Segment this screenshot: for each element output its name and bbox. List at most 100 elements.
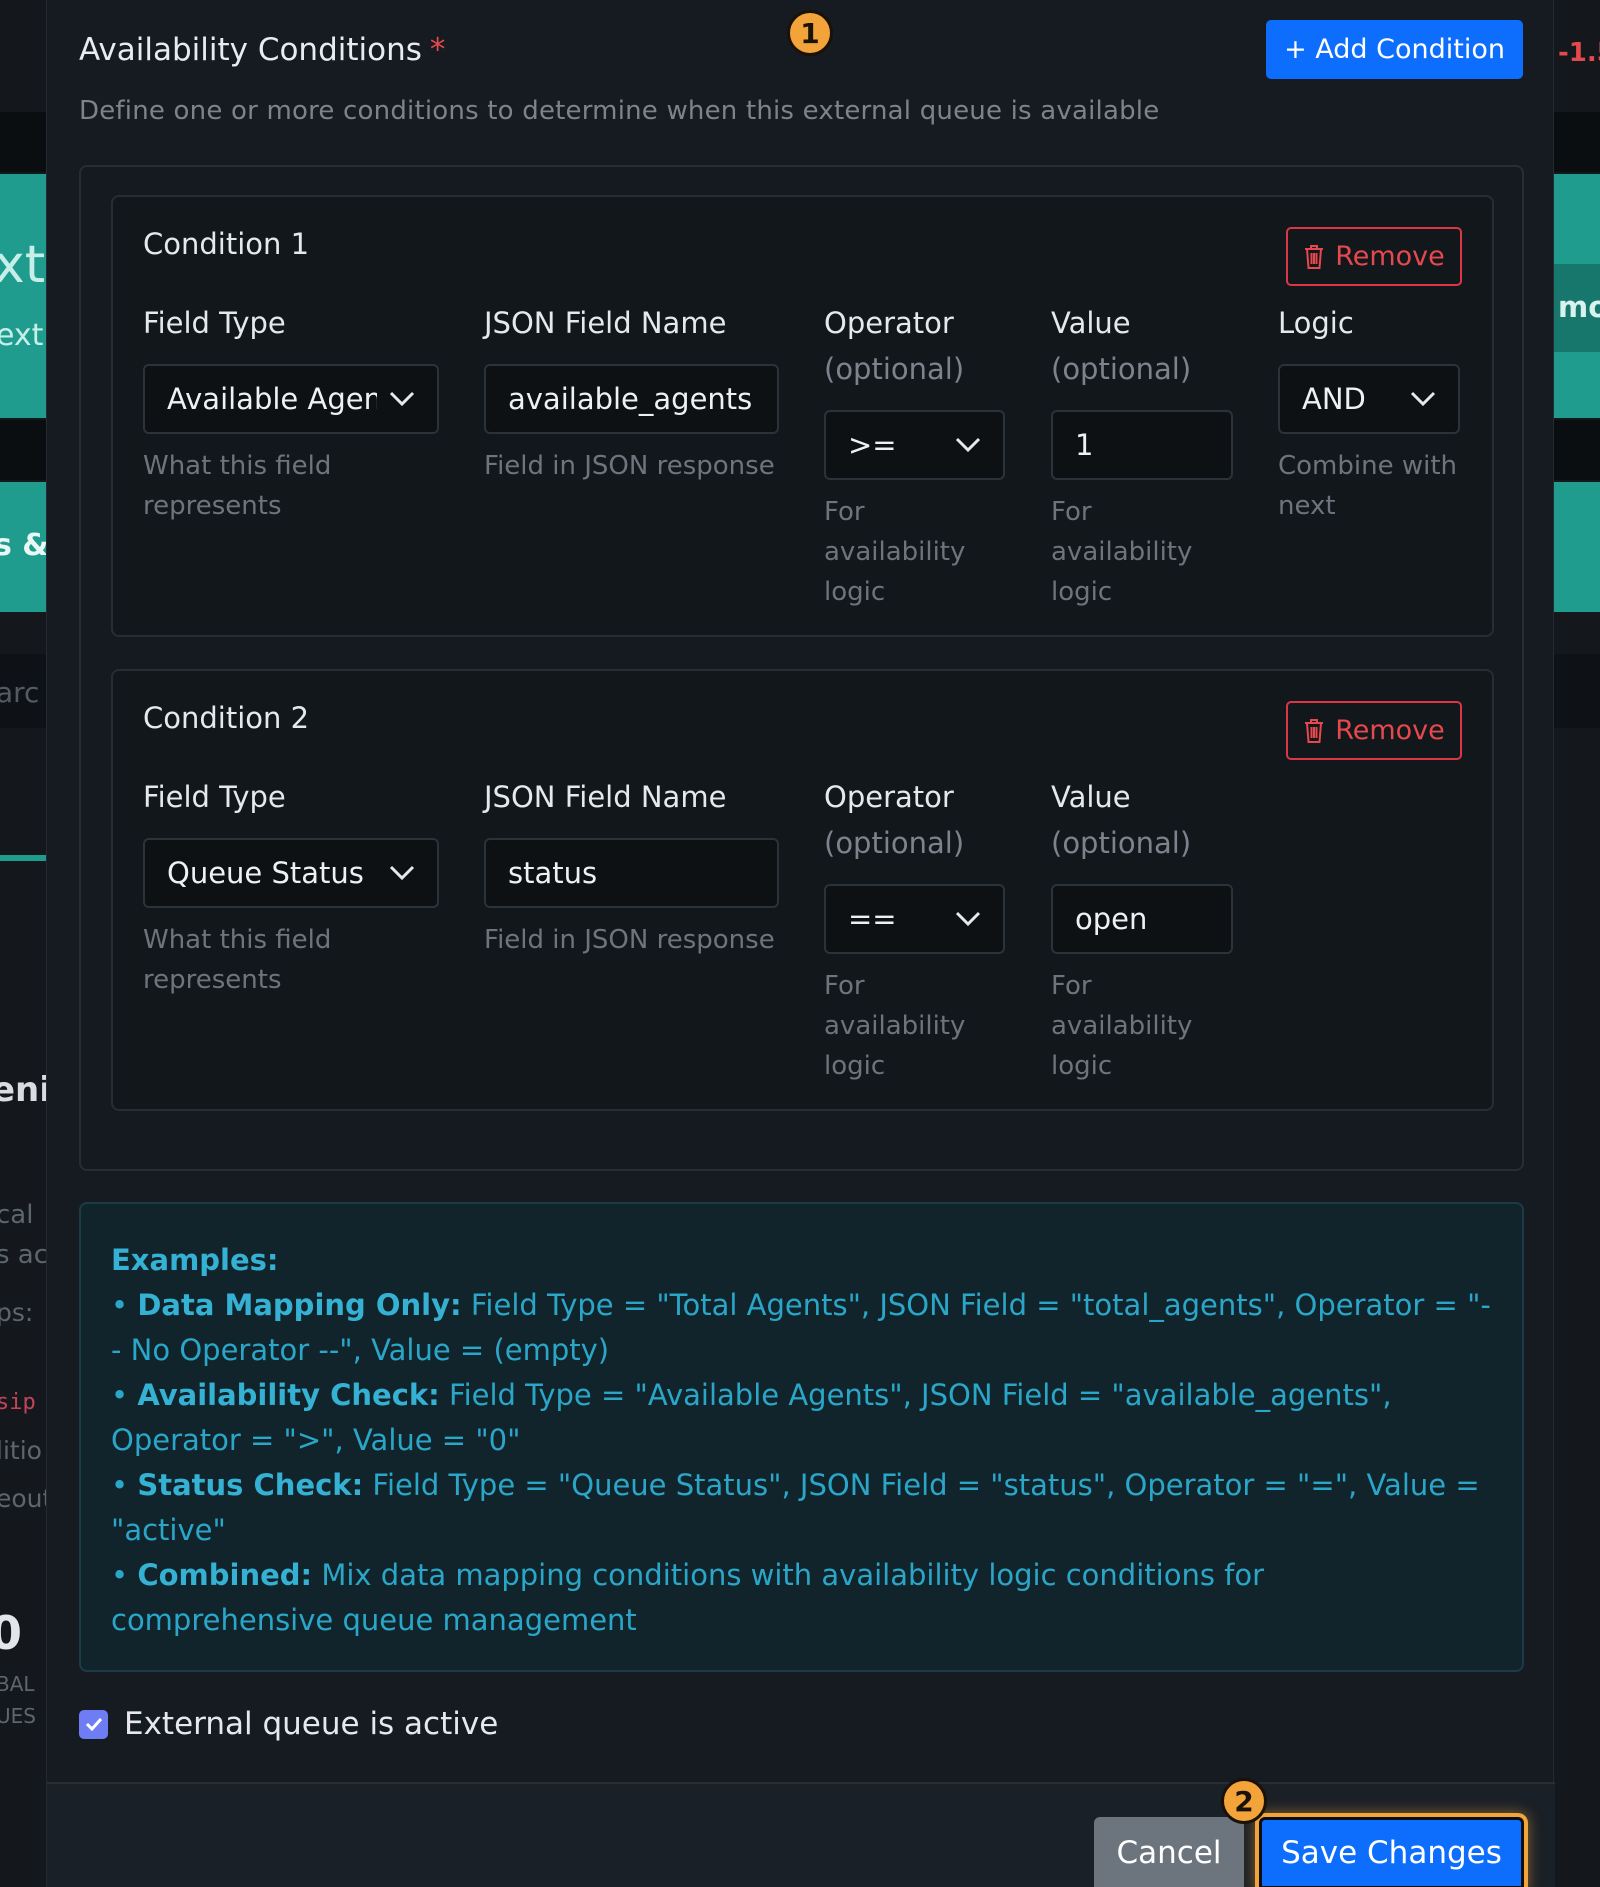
operator-group: Operator (optional) >= For availability … <box>824 300 1005 612</box>
remove-label: Remove <box>1335 715 1445 746</box>
trash-icon <box>1305 244 1324 269</box>
operator-label: Operator (optional) <box>824 300 1005 392</box>
value-value: open <box>1075 902 1148 936</box>
chevron-down-icon <box>389 865 415 881</box>
json-field-value: status <box>508 856 598 890</box>
step-badge-1: 1 <box>787 10 833 56</box>
examples-info-box: Examples: • Data Mapping Only: Field Typ… <box>79 1202 1524 1672</box>
background-left-strip: xt ext s & arc eni cal s ac ps: sip liti… <box>0 0 46 1887</box>
optional-label: (optional) <box>824 826 965 860</box>
operator-label-text: Operator <box>824 306 954 340</box>
remove-label: Remove <box>1335 241 1445 272</box>
field-type-group: Field Type Queue Status What this field … <box>143 774 439 1000</box>
cancel-button[interactable]: Cancel <box>1094 1817 1244 1887</box>
operator-help: For availability logic <box>824 497 966 607</box>
field-type-select[interactable]: Queue Status <box>143 838 439 908</box>
value-input[interactable]: open <box>1051 884 1233 954</box>
modal-footer: Cancel Save Changes <box>47 1782 1555 1887</box>
remove-condition-button[interactable]: Remove <box>1286 701 1462 760</box>
json-field-value: available_agents <box>508 382 753 416</box>
example-label: Combined: <box>137 1558 313 1592</box>
remove-condition-button[interactable]: Remove <box>1286 227 1462 286</box>
value-input[interactable]: 1 <box>1051 410 1233 480</box>
active-checkbox[interactable] <box>79 1709 108 1739</box>
json-field-input[interactable]: available_agents <box>484 364 779 434</box>
bg-fragment: mo <box>1558 290 1600 324</box>
background-right-strip: -1.5 mo <box>1554 0 1600 1887</box>
value-help: For availability logic <box>1051 971 1193 1081</box>
logic-help: Combine with next <box>1278 451 1458 521</box>
operator-value: == <box>848 902 897 936</box>
bg-fragment: eout <box>0 1484 46 1513</box>
example-label: Availability Check: <box>137 1378 440 1412</box>
operator-help: For availability logic <box>824 971 966 1081</box>
example-label: Status Check: <box>137 1468 364 1502</box>
trash-icon <box>1305 718 1324 743</box>
active-checkbox-label: External queue is active <box>124 1706 499 1742</box>
examples-heading: Examples: <box>111 1238 1492 1283</box>
bg-band <box>1554 654 1600 728</box>
value-label-text: Value <box>1051 780 1131 814</box>
bg-fragment: ext <box>0 318 44 353</box>
logic-select[interactable]: AND <box>1278 364 1460 434</box>
chevron-down-icon <box>389 391 415 407</box>
field-type-label: Field Type <box>143 780 286 814</box>
field-type-help: What this field represents <box>143 451 332 521</box>
condition-card-1: Condition 1 Remove Field Type Available … <box>111 195 1494 637</box>
field-type-value: Queue Status <box>167 856 364 890</box>
condition-title: Condition 2 <box>143 701 310 735</box>
save-changes-button[interactable]: Save Changes <box>1259 1817 1524 1887</box>
value-value: 1 <box>1075 428 1094 462</box>
bg-band-teal <box>1554 482 1600 612</box>
bg-fragment: BAL <box>0 1672 35 1696</box>
example-item: • Combined: Mix data mapping conditions … <box>111 1558 1265 1637</box>
chevron-down-icon <box>1410 391 1436 407</box>
bg-fragment: 0 <box>0 1606 23 1660</box>
operator-value: >= <box>848 428 897 462</box>
bg-fragment: s & <box>0 528 46 563</box>
step-badge-2: 2 <box>1221 1778 1267 1824</box>
bg-fragment: cal <box>0 1200 34 1230</box>
operator-label: Operator (optional) <box>824 774 1005 866</box>
value-label: Value (optional) <box>1051 774 1233 866</box>
operator-select[interactable]: >= <box>824 410 1005 480</box>
add-condition-button[interactable]: + Add Condition <box>1266 20 1523 79</box>
value-label: Value (optional) <box>1051 300 1233 392</box>
example-item: • Status Check: Field Type = "Queue Stat… <box>111 1468 1480 1547</box>
json-field-label: JSON Field Name <box>484 306 727 340</box>
checkmark-icon <box>85 1717 102 1731</box>
optional-label: (optional) <box>824 352 965 386</box>
value-label-text: Value <box>1051 306 1131 340</box>
section-title: Availability Conditions * <box>79 32 445 68</box>
field-type-select[interactable]: Available Agents <box>143 364 439 434</box>
optional-label: (optional) <box>1051 352 1192 386</box>
value-help: For availability logic <box>1051 497 1193 607</box>
json-field-input[interactable]: status <box>484 838 779 908</box>
bg-band-teal <box>0 855 46 861</box>
bg-fragment: eni <box>0 1070 46 1110</box>
chevron-down-icon <box>955 437 981 453</box>
json-field-group: JSON Field Name available_agents Field i… <box>484 300 779 486</box>
logic-label: Logic <box>1278 306 1354 340</box>
example-item: • Data Mapping Only: Field Type = "Total… <box>111 1288 1491 1367</box>
bg-fragment: arc <box>0 676 40 709</box>
examples-heading-text: Examples: <box>111 1243 279 1277</box>
edit-external-queue-modal: Availability Conditions * + Add Condition… <box>46 0 1555 1887</box>
active-checkbox-row[interactable]: External queue is active <box>79 1706 498 1742</box>
bg-band <box>1554 420 1600 480</box>
field-type-help: What this field represents <box>143 925 332 995</box>
value-group: Value (optional) 1 For availability logi… <box>1051 300 1233 612</box>
bg-fragment: sip <box>0 1390 36 1415</box>
operator-select[interactable]: == <box>824 884 1005 954</box>
optional-label: (optional) <box>1051 826 1192 860</box>
section-title-text: Availability Conditions <box>79 32 422 68</box>
field-type-group: Field Type Available Agents What this fi… <box>143 300 439 526</box>
operator-group: Operator (optional) == For availability … <box>824 774 1005 1086</box>
bg-fragment: -1.5 <box>1558 38 1600 68</box>
example-item: • Availability Check: Field Type = "Avai… <box>111 1378 1392 1457</box>
chevron-down-icon <box>955 911 981 927</box>
bg-band <box>0 112 46 172</box>
bg-fragment: ps: <box>0 1298 34 1327</box>
condition-card-2: Condition 2 Remove Field Type Queue Stat… <box>111 669 1494 1111</box>
json-field-group: JSON Field Name status Field in JSON res… <box>484 774 779 960</box>
